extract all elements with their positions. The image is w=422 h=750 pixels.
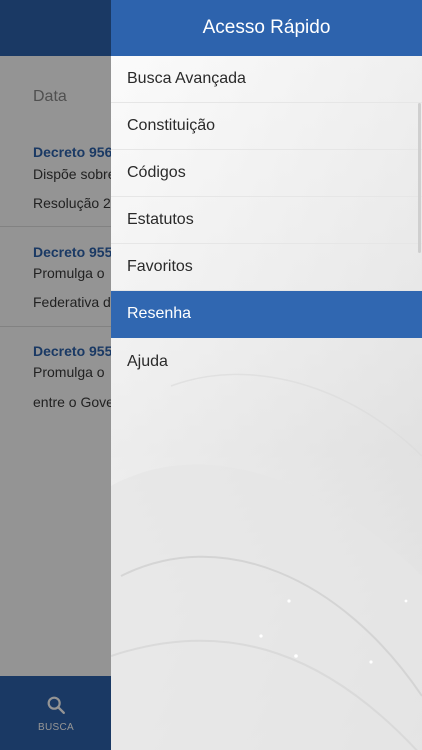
- menu-item-resenha[interactable]: Resenha: [111, 291, 422, 338]
- scroll-indicator: [418, 103, 421, 253]
- drawer-header: Acesso Rápido: [111, 0, 422, 56]
- menu-item-favoritos[interactable]: Favoritos: [111, 244, 422, 291]
- menu-item-estatutos[interactable]: Estatutos: [111, 197, 422, 244]
- drawer-menu: Busca Avançada Constituição Códigos Esta…: [111, 56, 422, 385]
- drawer-title: Acesso Rápido: [202, 17, 331, 38]
- menu-item-codigos[interactable]: Códigos: [111, 150, 422, 197]
- navigation-drawer: Acesso Rápido Busca Avançada Constituiçã…: [111, 0, 422, 750]
- menu-item-constituicao[interactable]: Constituição: [111, 103, 422, 150]
- menu-item-busca-avancada[interactable]: Busca Avançada: [111, 56, 422, 103]
- menu-item-ajuda[interactable]: Ajuda: [111, 338, 422, 385]
